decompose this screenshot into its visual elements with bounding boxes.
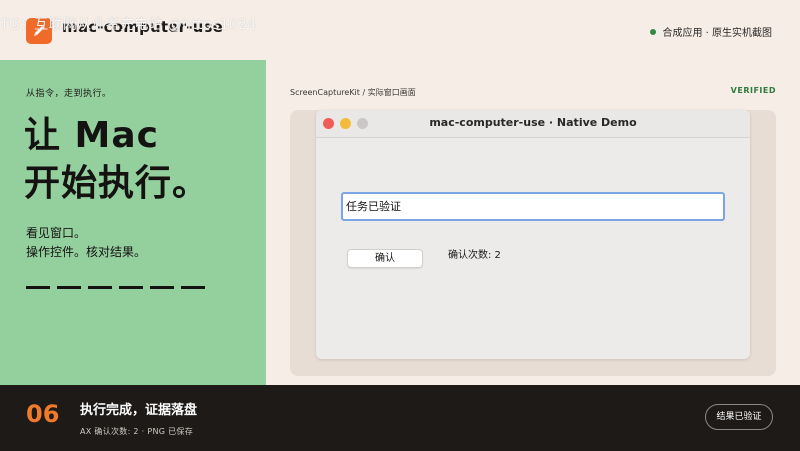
intro-panel: 从指令，走到执行。 让 Mac 开始执行。 看见窗口。 操作控件。核对结果。 xyxy=(0,60,266,385)
window-titlebar[interactable]: mac-computer-use · Native Demo xyxy=(316,110,750,138)
step-subtitle: AX 确认次数: 2 · PNG 已保存 xyxy=(80,427,194,436)
dash xyxy=(88,286,112,289)
status-dot-icon xyxy=(650,28,657,35)
header-status: 合成应用 · 原生实机截图 xyxy=(650,24,772,39)
header-status-text: 合成应用 · 原生实机截图 xyxy=(662,28,772,39)
native-demo-window: mac-computer-use · Native Demo 任务已验证 确认 … xyxy=(316,110,750,359)
step-number: 06 xyxy=(26,400,60,428)
headline-line-1: 让 Mac xyxy=(24,115,159,156)
dash xyxy=(57,286,81,289)
eyebrow-text: 从指令，走到执行。 xyxy=(26,89,112,99)
task-text-field[interactable]: 任务已验证 xyxy=(341,192,725,221)
header-bar: mac-computer-use TG：互联网从业者充电站 @https1024… xyxy=(0,0,800,60)
progress-dashes xyxy=(26,286,205,289)
result-verified-button[interactable]: 结果已验证 xyxy=(705,404,773,430)
verified-badge: VERIFIED xyxy=(730,86,776,95)
footer-bar: 06 执行完成，证据落盘 AX 确认次数: 2 · PNG 已保存 结果已验证 xyxy=(0,385,800,451)
headline: 让 Mac 开始执行。 xyxy=(24,112,209,208)
dash xyxy=(150,286,174,289)
stage-caption: ScreenCaptureKit / 实际窗口画面 xyxy=(290,88,416,97)
confirm-button[interactable]: 确认 xyxy=(347,249,423,268)
window-title: mac-computer-use · Native Demo xyxy=(429,116,637,129)
step-title: 执行完成，证据落盘 xyxy=(80,403,198,418)
confirm-count-label: 确认次数: 2 xyxy=(448,250,501,261)
dash xyxy=(26,286,50,289)
headline-line-2: 开始执行。 xyxy=(24,163,210,204)
watermark-text: TG：互联网从业者充电站 @https1024 xyxy=(0,17,257,33)
dash xyxy=(119,286,143,289)
dash xyxy=(181,286,205,289)
subtitle-line-2: 操作控件。核对结果。 xyxy=(26,245,147,259)
subtitle-line-1: 看见窗口。 xyxy=(26,226,87,240)
subtitle: 看见窗口。 操作控件。核对结果。 xyxy=(26,224,146,262)
